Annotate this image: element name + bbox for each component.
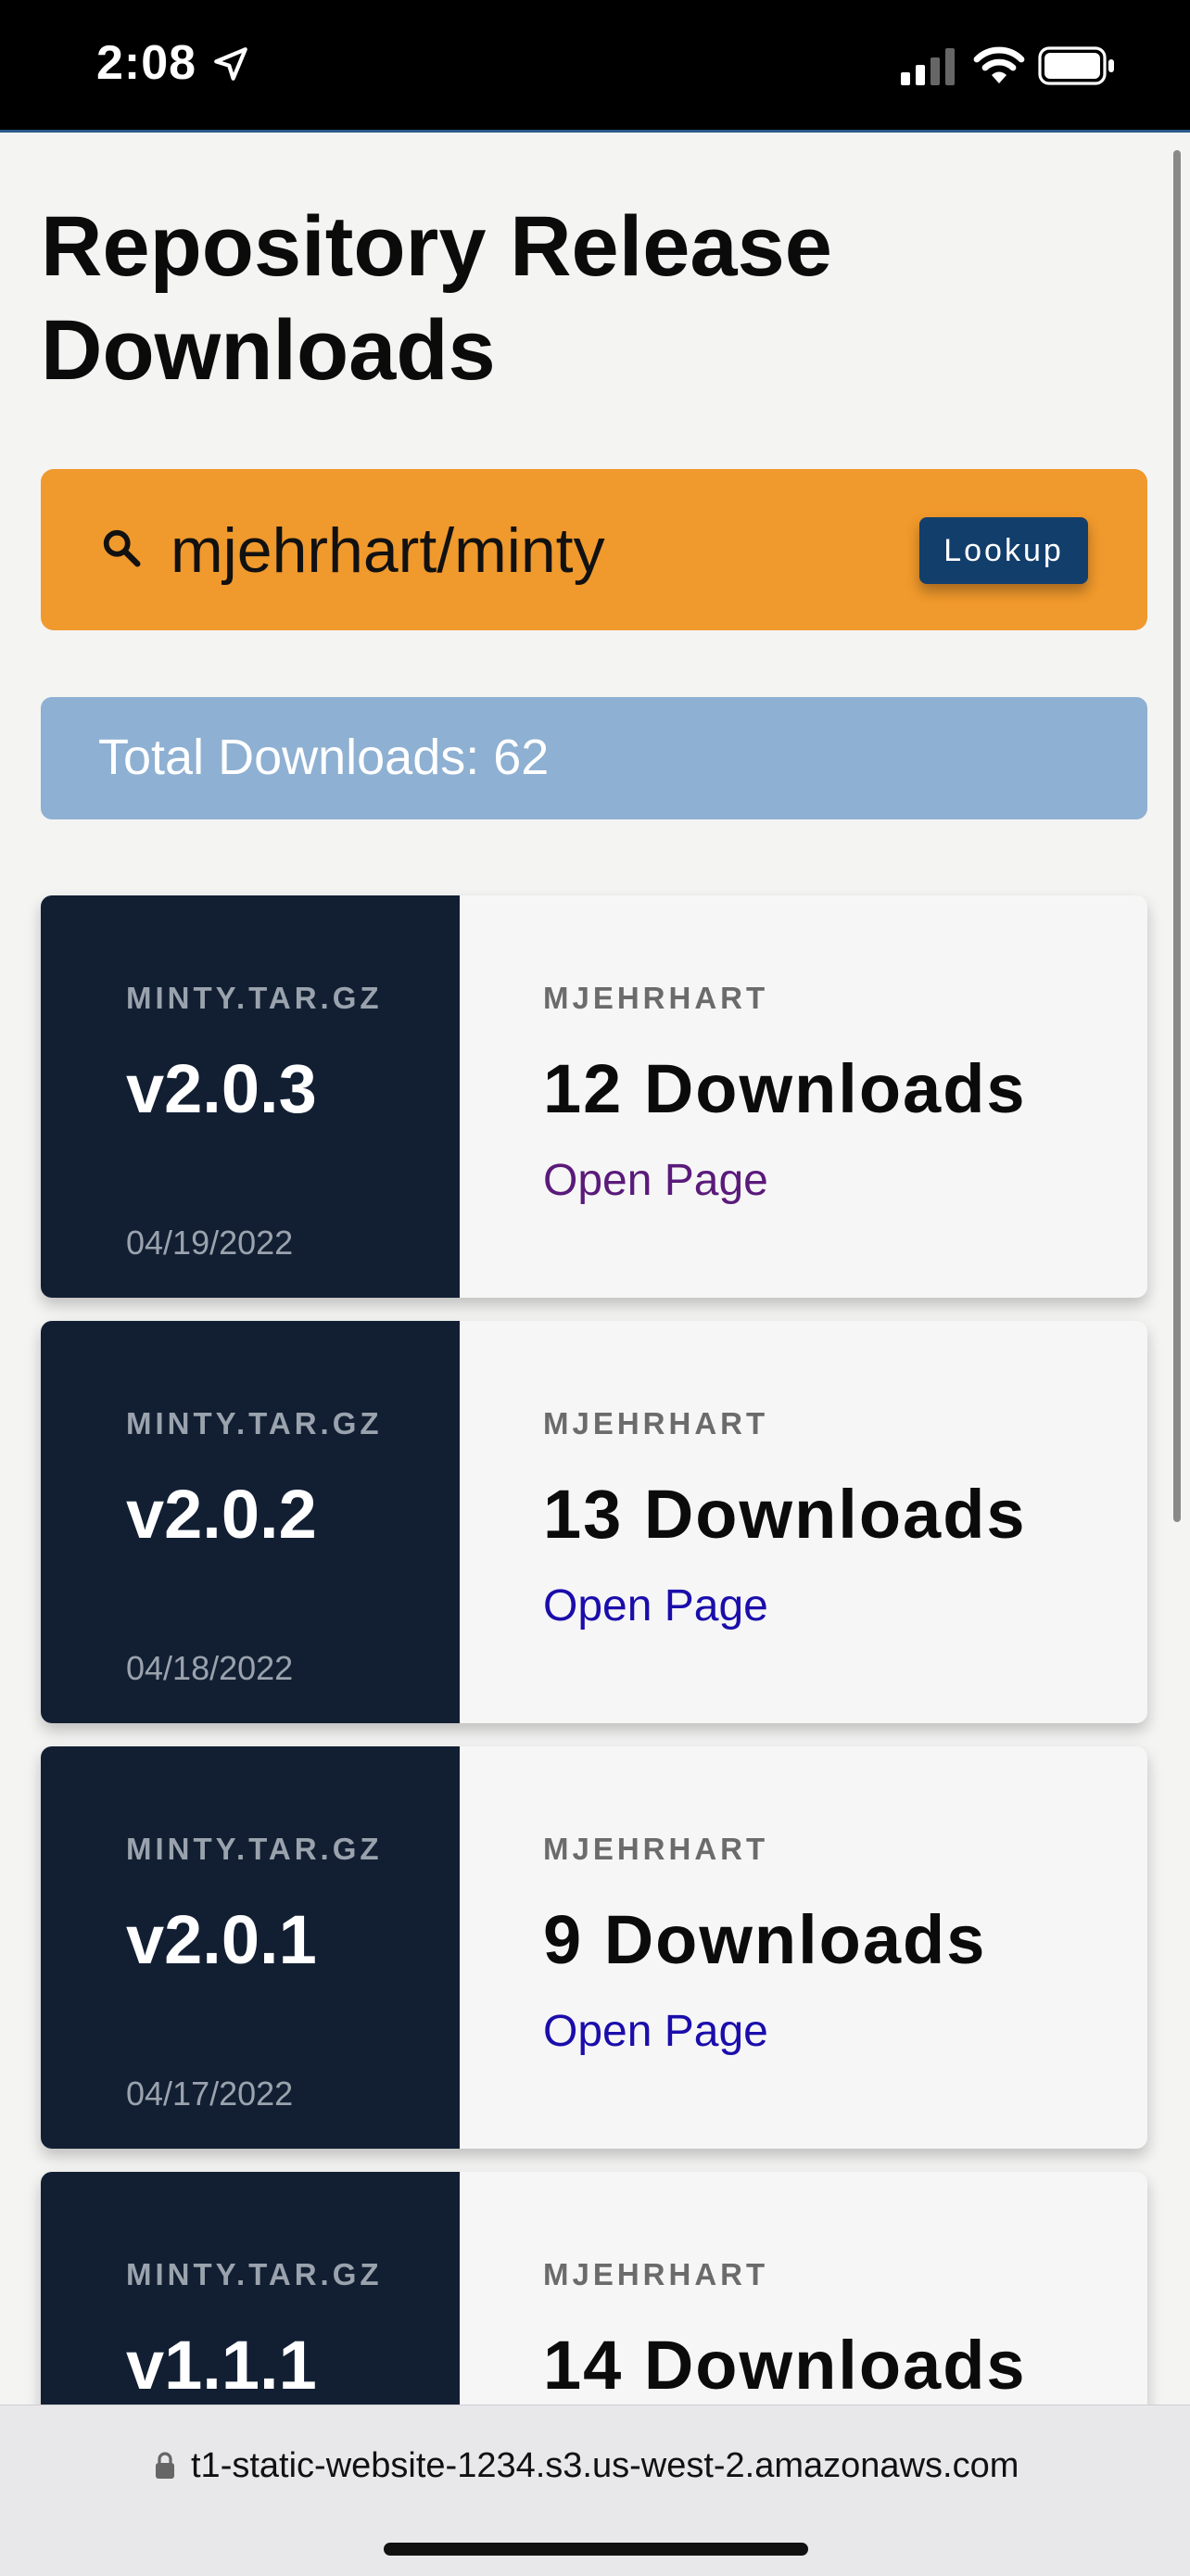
- release-version: v2.0.1: [126, 1901, 317, 1978]
- wifi-icon: [973, 46, 1025, 83]
- release-card: MINTY.TAR.GZ v2.0.1 04/17/2022 MJEHRHART…: [41, 1746, 1147, 2149]
- page-title: Repository Release Downloads: [41, 199, 832, 398]
- lookup-button[interactable]: Lookup: [919, 517, 1088, 584]
- lock-icon: [156, 2452, 174, 2479]
- status-time: 2:08: [96, 36, 197, 90]
- release-card-left-panel: MINTY.TAR.GZ v2.0.1 04/17/2022: [41, 1746, 460, 2149]
- cellular-signal-icon: [901, 48, 955, 85]
- download-count: 13 Downloads: [543, 1476, 1027, 1553]
- repo-owner: MJEHRHART: [543, 1832, 769, 1866]
- download-count: 12 Downloads: [543, 1050, 1027, 1127]
- search-bar: Lookup: [41, 469, 1147, 630]
- release-card: MINTY.TAR.GZ v2.0.2 04/18/2022 MJEHRHART…: [41, 1321, 1147, 1723]
- repo-owner: MJEHRHART: [543, 981, 769, 1015]
- open-page-link[interactable]: Open Page: [543, 1580, 768, 1631]
- search-icon: [103, 529, 141, 567]
- release-date: 04/19/2022: [126, 1224, 294, 1262]
- asset-file-name: MINTY.TAR.GZ: [126, 2257, 383, 2291]
- total-downloads-text: Total Downloads: 62: [98, 730, 550, 785]
- download-count: 14 Downloads: [543, 2327, 1027, 2404]
- asset-file-name: MINTY.TAR.GZ: [126, 1832, 383, 1866]
- release-version: v2.0.3: [126, 1050, 317, 1127]
- location-arrow-icon: [214, 47, 247, 81]
- status-bar: 2:08: [0, 0, 1190, 133]
- asset-file-name: MINTY.TAR.GZ: [126, 1406, 383, 1440]
- browser-address-bar[interactable]: t1-static-website-1234.s3.us-west-2.amaz…: [0, 2405, 1190, 2576]
- release-date: 04/18/2022: [126, 1649, 294, 1687]
- release-card-left-panel: MINTY.TAR.GZ v2.0.2 04/18/2022: [41, 1321, 460, 1723]
- home-indicator[interactable]: [384, 2543, 808, 2556]
- total-downloads-banner: Total Downloads: 62: [41, 697, 1147, 819]
- release-card: MINTY.TAR.GZ v2.0.3 04/19/2022 MJEHRHART…: [41, 895, 1147, 1298]
- browser-url: t1-static-website-1234.s3.us-west-2.amaz…: [191, 2446, 1019, 2485]
- release-card-left-panel: MINTY.TAR.GZ v2.0.3 04/19/2022: [41, 895, 460, 1298]
- asset-file-name: MINTY.TAR.GZ: [126, 981, 383, 1015]
- release-date: 04/17/2022: [126, 2075, 294, 2113]
- download-count: 9 Downloads: [543, 1901, 987, 1978]
- open-page-link[interactable]: Open Page: [543, 1155, 768, 1206]
- release-version: v2.0.2: [126, 1476, 317, 1553]
- repo-owner: MJEHRHART: [543, 2257, 769, 2291]
- repo-owner: MJEHRHART: [543, 1406, 769, 1440]
- open-page-link[interactable]: Open Page: [543, 2006, 768, 2057]
- battery-icon: [1038, 46, 1114, 85]
- page-scrollbar[interactable]: [1173, 150, 1181, 1522]
- repository-search-input[interactable]: [171, 506, 912, 595]
- release-version: v1.1.1: [126, 2327, 317, 2404]
